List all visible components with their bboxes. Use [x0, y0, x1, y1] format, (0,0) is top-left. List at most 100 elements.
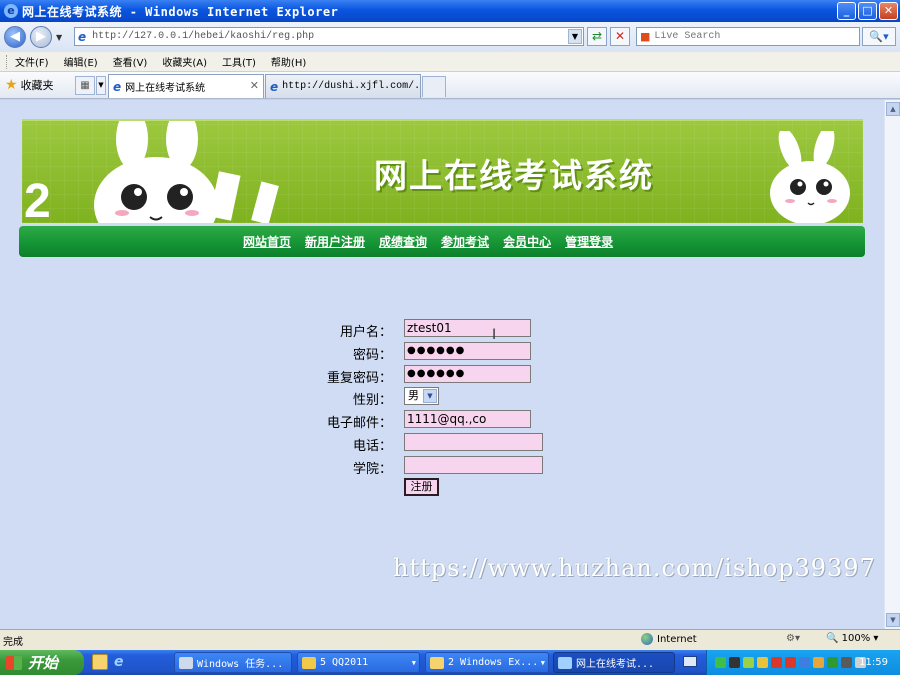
- group-dropdown-icon: ▼: [540, 658, 545, 667]
- tab-exam-system[interactable]: e 网上在线考试系统 ✕: [108, 74, 264, 98]
- page-content: 2 网上在线考试系统 网站首页 新用户注册 成绩查询 参加考试 会员中心 管理登…: [0, 100, 884, 629]
- zoom-icon: 🔍: [826, 633, 839, 644]
- password-row: 密码： ●●●●●●: [0, 342, 884, 363]
- start-button[interactable]: 开始: [0, 650, 84, 675]
- confirm-password-field[interactable]: ●●●●●●: [404, 365, 531, 383]
- gender-row: 性别： 男 ▼: [0, 387, 884, 408]
- svg-text:2: 2: [24, 175, 51, 223]
- quick-tabs-icon[interactable]: ▦: [75, 76, 95, 95]
- tabs-bar: ★ 收藏夹 ▦ ▼ e 网上在线考试系统 ✕ e http://dushi.xj…: [0, 72, 900, 99]
- taskbar-item-exam-system[interactable]: 网上在线考试...: [553, 652, 675, 673]
- taskbar-item-qq[interactable]: 5 QQ2011 ▼: [297, 652, 420, 673]
- college-field[interactable]: [404, 456, 543, 474]
- refresh-button[interactable]: ⇄: [587, 27, 607, 46]
- nav-home[interactable]: 网站首页: [243, 233, 291, 250]
- tab-dushi[interactable]: e http://dushi.xjfl.com/...: [265, 74, 432, 98]
- history-dropdown-icon[interactable]: ▼: [56, 33, 62, 42]
- username-field[interactable]: ztest01: [404, 319, 531, 337]
- shield-icon[interactable]: [813, 657, 824, 668]
- taskbar-item-explorer[interactable]: 2 Windows Ex... ▼: [425, 652, 549, 673]
- menu-tools[interactable]: 工具(T): [222, 54, 256, 69]
- tray-icon[interactable]: [729, 657, 740, 668]
- zoom-dropdown-icon[interactable]: ▾: [873, 633, 878, 644]
- tab-close-icon[interactable]: ✕: [250, 79, 259, 92]
- scroll-down-icon[interactable]: ▼: [886, 613, 900, 627]
- forward-button[interactable]: ▶: [30, 26, 52, 48]
- menu-file[interactable]: 文件(F): [15, 54, 49, 69]
- zone-label: Internet: [657, 633, 697, 645]
- window-titlebar: e 网上在线考试系统 - Windows Internet Explorer _…: [0, 0, 900, 22]
- tray-icon[interactable]: [757, 657, 768, 668]
- phone-field[interactable]: [404, 433, 543, 451]
- tray-icon[interactable]: [743, 657, 754, 668]
- live-search-icon: ■: [640, 30, 651, 43]
- url-dropdown-icon[interactable]: ▼: [568, 29, 582, 44]
- keyboard-icon[interactable]: [683, 656, 697, 667]
- text-cursor-icon: I: [492, 327, 497, 343]
- tray-icon[interactable]: [827, 657, 838, 668]
- username-row: 用户名： ztest01: [0, 319, 884, 340]
- password-field[interactable]: ●●●●●●: [404, 342, 531, 360]
- minimize-button[interactable]: _: [837, 2, 856, 20]
- gender-select[interactable]: 男 ▼: [404, 387, 439, 405]
- url-text[interactable]: http://127.0.0.1/hebei/kaoshi/reg.php: [92, 31, 314, 42]
- menu-favorites[interactable]: 收藏夹(A): [162, 54, 207, 69]
- gender-selected: 男: [408, 389, 419, 402]
- search-input[interactable]: [654, 31, 845, 42]
- chevron-down-icon[interactable]: ▼: [423, 389, 437, 403]
- tab-label: 网上在线考试系统: [125, 83, 206, 94]
- tray-icon[interactable]: [715, 657, 726, 668]
- start-label: 开始: [28, 654, 59, 672]
- tab-list-dropdown-icon[interactable]: ▼: [96, 76, 106, 95]
- zoom-control[interactable]: 🔍 100% ▾: [826, 633, 878, 644]
- qq-tray-icon[interactable]: [785, 657, 796, 668]
- register-button[interactable]: 注册: [404, 478, 439, 496]
- menu-help[interactable]: 帮助(H): [271, 54, 306, 69]
- taskbar-item-label: 5 QQ2011: [320, 657, 369, 668]
- search-box[interactable]: ■: [636, 27, 860, 46]
- page-icon: e: [78, 29, 87, 44]
- address-bar[interactable]: e http://127.0.0.1/hebei/kaoshi/reg.php …: [74, 27, 584, 46]
- nav-member-center[interactable]: 会员中心: [503, 233, 551, 250]
- watermark-text: https://www.huzhan.com/ishop39397: [393, 554, 876, 582]
- star-icon: ★: [5, 77, 18, 93]
- email-field[interactable]: 1111@qq.,co: [404, 410, 531, 428]
- back-button[interactable]: ◀: [4, 26, 26, 48]
- vertical-scrollbar[interactable]: ▲ ▼: [884, 100, 900, 629]
- nav-admin-login[interactable]: 管理登录: [565, 233, 613, 250]
- maximize-button[interactable]: □: [858, 2, 877, 20]
- taskbar: 开始 e Windows 任务... 5 QQ2011 ▼ 2 Windows …: [0, 650, 900, 675]
- site-nav: 网站首页 新用户注册 成绩查询 参加考试 会员中心 管理登录: [19, 226, 865, 257]
- tray-icon[interactable]: [841, 657, 852, 668]
- search-button[interactable]: 🔍▾: [862, 27, 896, 46]
- bunny-illustration-right: [770, 131, 850, 223]
- protected-mode-icon[interactable]: ⚙▾: [786, 633, 800, 644]
- status-text: 完成: [3, 636, 23, 648]
- scroll-up-icon[interactable]: ▲: [886, 102, 900, 116]
- status-bar: 完成 Internet ⚙▾ 🔍 100% ▾: [0, 629, 900, 650]
- stop-button[interactable]: ✕: [610, 27, 630, 46]
- ie-quicklaunch-icon[interactable]: e: [114, 654, 130, 670]
- nav-take-exam[interactable]: 参加考试: [441, 233, 489, 250]
- nav-scores[interactable]: 成绩查询: [379, 233, 427, 250]
- window-controls: _ □ ✕: [837, 2, 898, 20]
- tab-ie-icon: e: [270, 79, 279, 94]
- folder-icon: [430, 656, 444, 669]
- new-tab-button[interactable]: [422, 76, 446, 97]
- taskbar-item-label: 网上在线考试...: [576, 659, 655, 670]
- menu-view[interactable]: 查看(V): [113, 54, 148, 69]
- folder-icon[interactable]: [92, 654, 108, 670]
- menu-edit[interactable]: 编辑(E): [64, 54, 98, 69]
- favorites-button[interactable]: ★ 收藏夹: [5, 77, 54, 93]
- submit-row: 注册: [0, 478, 884, 498]
- window-title: 网上在线考试系统 - Windows Internet Explorer: [22, 4, 339, 19]
- taskbar-item-task-manager[interactable]: Windows 任务...: [174, 652, 292, 673]
- qq-tray-icon[interactable]: [771, 657, 782, 668]
- globe-icon: [641, 633, 653, 645]
- tray-icon[interactable]: [799, 657, 810, 668]
- address-toolbar: ◀ ▶ ▼ e http://127.0.0.1/hebei/kaoshi/re…: [0, 22, 900, 52]
- taskbar-item-label: Windows 任务...: [197, 659, 284, 670]
- quick-launch: e: [92, 654, 130, 670]
- nav-register[interactable]: 新用户注册: [305, 233, 365, 250]
- close-button[interactable]: ✕: [879, 2, 898, 20]
